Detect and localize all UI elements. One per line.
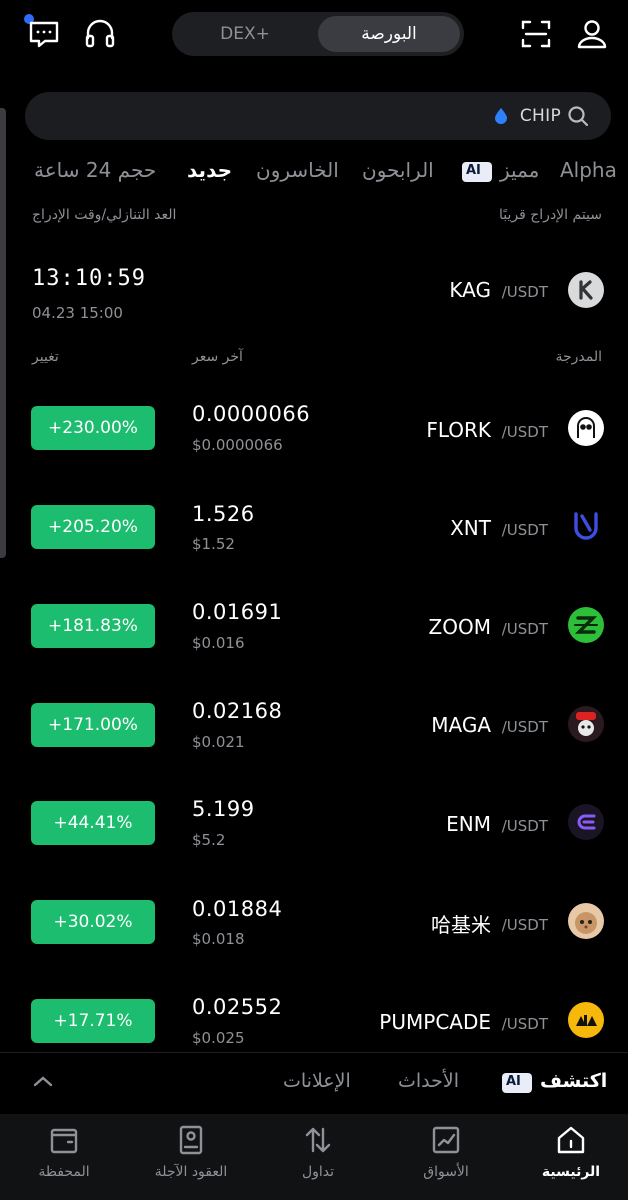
column-change[interactable]: تغيير: [32, 349, 59, 365]
zoom-coin-icon: [568, 607, 604, 643]
quote-currency: /USDT: [501, 283, 548, 301]
chevron-up-icon[interactable]: [32, 1074, 54, 1088]
coin-symbol: FLORK: [426, 418, 491, 442]
usd-price: $0.016: [192, 634, 245, 652]
coin-symbol: 哈基米: [431, 913, 491, 937]
flork-coin-icon: [568, 410, 604, 446]
exchange-tab[interactable]: البورصة: [318, 16, 460, 52]
nav-label: تداول: [301, 1164, 335, 1180]
coin-symbol: ZOOM: [428, 615, 491, 639]
column-listed: المدرجة: [555, 349, 602, 365]
change-badge: +17.71%: [31, 999, 155, 1043]
tab-gainers[interactable]: الرابحون: [362, 158, 434, 182]
nav-label: الأسواق: [423, 1164, 469, 1180]
countdown-timer: 13:10:59: [32, 266, 146, 291]
tab-new[interactable]: جديد: [187, 158, 232, 182]
tab-volume-24h[interactable]: حجم 24 ساعة: [34, 158, 156, 182]
xnt-coin-icon: [568, 508, 604, 544]
last-price: 1.526: [192, 502, 255, 526]
column-last-price: آخر سعر: [192, 349, 243, 365]
upcoming-label: سيتم الإدراج قريبًا: [499, 207, 602, 223]
quote-currency: /USDT: [501, 423, 548, 441]
hajimi-coin-icon: [568, 903, 604, 939]
change-badge: +205.20%: [31, 505, 155, 549]
drop-icon: [495, 108, 507, 124]
ai-badge-label: AI: [506, 1074, 521, 1089]
maga-coin-icon: [568, 706, 604, 742]
wallet-icon: [50, 1128, 78, 1154]
listing-time: 04.23 15:00: [32, 304, 123, 322]
nav-markets[interactable]: الأسواق: [396, 1124, 496, 1180]
usd-price: $0.025: [192, 1029, 245, 1047]
last-price: 0.02168: [192, 699, 283, 723]
quote-currency: /USDT: [501, 521, 548, 539]
last-price: 0.01691: [192, 600, 283, 624]
usd-price: $1.52: [192, 535, 235, 553]
usd-price: $0.0000066: [192, 436, 283, 454]
nav-trade[interactable]: تداول: [268, 1124, 368, 1180]
coin-symbol: ENM: [446, 812, 491, 836]
nav-label: الرئيسية: [541, 1164, 601, 1180]
nav-label: العقود الآجلة: [154, 1164, 228, 1180]
last-price: 0.02552: [192, 995, 283, 1019]
trade-arrows-icon: [305, 1127, 331, 1153]
scroll-edge: [0, 108, 6, 558]
strip-discover[interactable]: اكتشف: [540, 1070, 607, 1092]
venue-switch: DEX+ البورصة: [172, 12, 464, 56]
change-badge: +230.00%: [31, 406, 155, 450]
quote-currency: /USDT: [501, 817, 548, 835]
dex-tab[interactable]: DEX+: [172, 12, 318, 56]
change-badge: +44.41%: [31, 801, 155, 845]
quote-currency: /USDT: [501, 620, 548, 638]
change-badge: +171.00%: [31, 703, 155, 747]
enm-coin-icon: [568, 804, 604, 840]
coin-symbol: KAG: [449, 278, 491, 302]
kag-coin-icon: [568, 272, 604, 308]
usd-price: $0.021: [192, 733, 245, 751]
ai-badge-icon: AI: [502, 1073, 532, 1093]
chat-icon[interactable]: [26, 16, 62, 52]
coin-symbol: MAGA: [431, 713, 491, 737]
nav-label: المحفظة: [38, 1164, 90, 1180]
search-bar[interactable]: CHIP: [25, 92, 611, 140]
coin-symbol: XNT: [450, 516, 491, 540]
search-placeholder: CHIP: [519, 106, 561, 126]
ai-badge-icon: AI: [462, 162, 492, 182]
search-icon[interactable]: [567, 105, 589, 127]
quote-currency: /USDT: [501, 718, 548, 736]
markets-chart-icon: [432, 1126, 460, 1154]
ai-badge-label: AI: [466, 163, 481, 178]
nav-home[interactable]: الرئيسية: [521, 1124, 621, 1180]
headset-icon[interactable]: [82, 16, 118, 52]
usd-price: $5.2: [192, 831, 226, 849]
countdown-header: العد التنازلي/وقت الإدراج: [32, 207, 177, 223]
last-price: 0.01884: [192, 897, 283, 921]
change-badge: +181.83%: [31, 604, 155, 648]
scan-icon[interactable]: [518, 16, 554, 52]
home-icon: [557, 1126, 585, 1154]
pumpcade-coin-icon: [568, 1002, 604, 1038]
change-badge: +30.02%: [31, 900, 155, 944]
usd-price: $0.018: [192, 930, 245, 948]
futures-contract-icon: [179, 1125, 203, 1155]
last-price: 0.0000066: [192, 402, 311, 426]
quote-currency: /USDT: [501, 1015, 548, 1033]
nav-futures[interactable]: العقود الآجلة: [141, 1124, 241, 1180]
tab-alpha[interactable]: Alpha: [560, 158, 617, 182]
nav-wallet[interactable]: المحفظة: [14, 1124, 114, 1180]
profile-icon[interactable]: [574, 16, 610, 52]
coin-symbol: PUMPCADE: [379, 1010, 491, 1034]
strip-announcements[interactable]: الإعلانات: [283, 1070, 351, 1092]
last-price: 5.199: [192, 797, 255, 821]
tab-losers[interactable]: الخاسرون: [256, 158, 339, 182]
tab-featured[interactable]: مميز: [500, 158, 539, 182]
strip-events[interactable]: الأحداث: [398, 1070, 459, 1092]
quote-currency: /USDT: [501, 916, 548, 934]
